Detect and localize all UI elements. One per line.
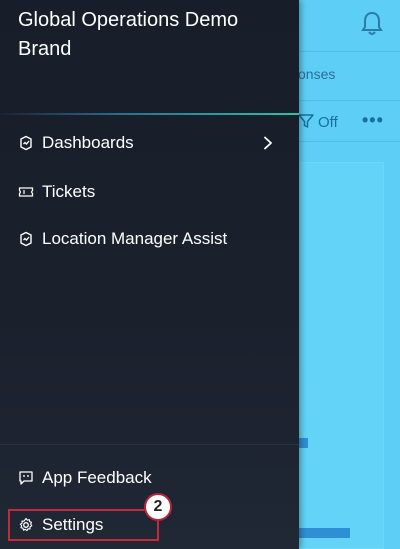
dashboards-icon <box>20 135 32 151</box>
brand-title: Global Operations Demo Brand <box>18 9 239 60</box>
nav-item-location-manager-assist[interactable]: Location Manager Assist <box>0 219 299 259</box>
nav-item-tickets[interactable]: Tickets <box>0 172 299 212</box>
ticket-icon <box>18 187 34 197</box>
navigation-drawer: Global Operations Demo Brand Dashboards … <box>0 0 299 549</box>
brand-divider <box>0 113 299 115</box>
nav-item-app-feedback[interactable]: App Feedback <box>0 458 299 498</box>
footer-divider <box>0 444 299 445</box>
step-callout-badge: 2 <box>144 493 172 521</box>
chart-bar <box>298 528 350 538</box>
filter-icon[interactable] <box>298 113 314 129</box>
nav-item-label: Dashboards <box>42 133 134 152</box>
more-options-icon[interactable]: ••• <box>362 110 384 131</box>
feedback-icon <box>19 471 33 485</box>
bell-icon[interactable] <box>360 10 384 38</box>
nav-item-label: Tickets <box>42 182 96 201</box>
nav-item-label: Location Manager Assist <box>42 229 228 248</box>
tab-responses[interactable]: onses <box>298 66 335 82</box>
chart-bar <box>298 438 308 448</box>
filter-status-label[interactable]: Off <box>318 114 338 131</box>
nav-item-label: App Feedback <box>42 468 152 487</box>
chevron-right-icon <box>264 136 272 150</box>
nav-item-dashboards[interactable]: Dashboards <box>0 123 299 163</box>
dashboard-card <box>290 162 384 549</box>
location-manager-icon <box>20 231 32 247</box>
settings-highlight-box <box>8 509 159 541</box>
